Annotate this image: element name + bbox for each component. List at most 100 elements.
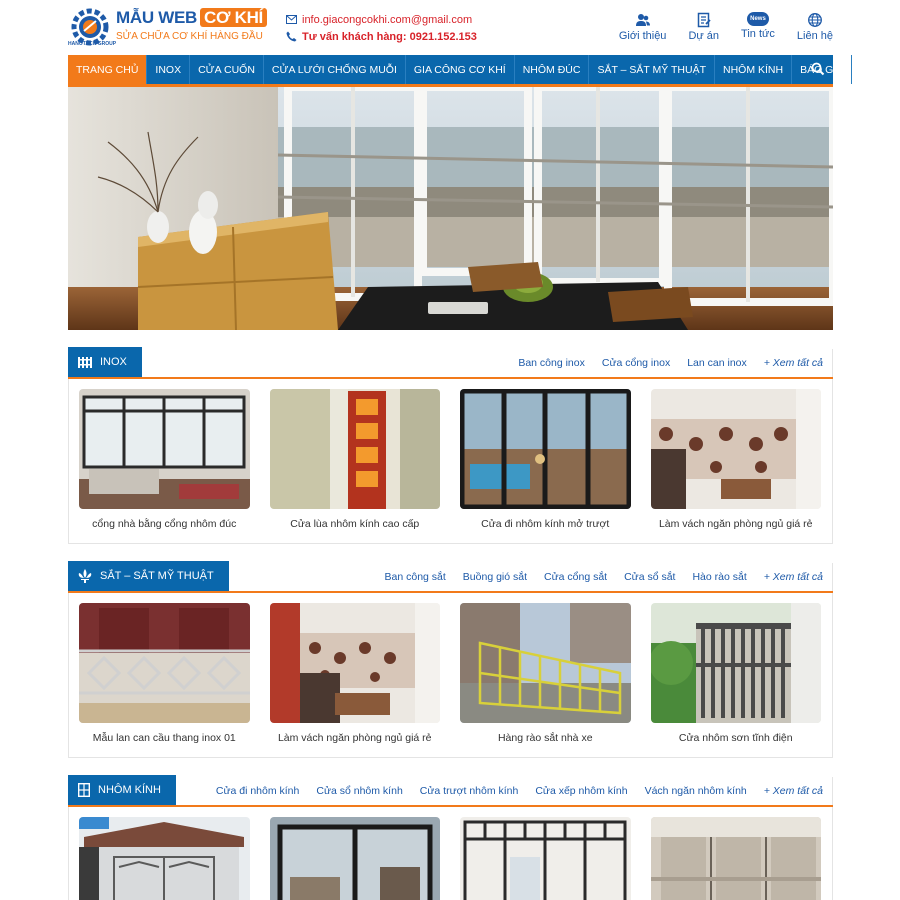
section-link[interactable]: Buồng gió sắt [463,571,527,583]
site-logo[interactable]: MẪU WEB CƠ KHÍ SỬA CHỮA CƠ KHÍ HÀNG ĐẦU H… [68,6,267,48]
section-title: INOX [100,356,127,368]
site-header: MẪU WEB CƠ KHÍ SỬA CHỮA CƠ KHÍ HÀNG ĐẦU H… [68,0,833,55]
product-name: Cửa lùa nhôm kính cao cấp [290,518,420,530]
fleur-de-lis-icon [78,569,92,583]
product-image [269,817,440,900]
product-image [269,389,440,509]
product-name: Mẫu lan can cầu thang inox 01 [92,732,236,744]
product-card[interactable]: cổng nhà bằng cổng nhôm đúc [79,389,250,543]
product-image [79,603,250,723]
nav-item-home[interactable]: TRANG CHỦ [68,55,148,84]
product-image [460,389,631,509]
section-link[interactable]: Vách ngăn nhôm kính [645,785,747,797]
section-link[interactable]: Cửa đi nhôm kính [216,785,300,797]
product-name: Cửa đi nhôm kính mở trượt [481,518,610,530]
product-name: cổng nhà bằng cổng nhôm đúc [92,518,237,530]
product-name: Làm vách ngăn phòng ngủ giá rẻ [277,732,432,744]
product-image [269,603,440,723]
document-icon [697,12,711,28]
section-link[interactable]: Cửa sổ nhôm kính [316,785,402,797]
section-link[interactable]: Hào rào sắt [692,571,746,583]
product-grid: cổng nhà bằng cổng nhôm đúc Cửa lùa nhôm… [69,379,832,543]
view-all-link[interactable]: + Xem tất cả [764,571,823,583]
hero-image [68,87,833,330]
top-link-contact[interactable]: Liên hệ [797,12,833,42]
section-iron-art: SẮT – SẮT MỸ THUẬT Ban công sắt Buồng gi… [68,561,834,758]
product-image [460,603,631,723]
product-image [650,389,821,509]
phone-icon [286,31,300,42]
top-link-label: Liên hệ [796,30,833,42]
section-link[interactable]: Cửa cổng inox [602,357,670,369]
section-header: NHÔM KÍNH Cửa đi nhôm kính Cửa sổ nhôm k… [68,775,833,807]
section-header: SẮT – SẮT MỸ THUẬT Ban công sắt Buồng gi… [68,561,834,593]
product-grid: Mẫu lan can cầu thang inox 01 Làm vách n… [69,593,832,757]
product-image [79,389,250,509]
top-link-projects[interactable]: Dự án [688,12,719,42]
section-links: Ban công sắt Buồng gió sắt Cửa cổng sắt … [368,563,834,591]
users-icon [635,14,650,26]
product-card[interactable]: Cửa lùa nhôm kính cao cấp [269,389,440,543]
product-card[interactable]: Cửa đi nhôm kính mở trượt [460,389,631,543]
contact-email[interactable]: info.giacongcokhi.com@gmail.com [302,14,472,26]
section-title: SẮT – SẮT MỸ THUẬT [100,570,214,582]
section-link[interactable]: Cửa cổng sắt [544,571,607,583]
top-links: Giới thiệu Dự án News Tin tức Liên hệ [597,12,833,42]
section-title-tab[interactable]: INOX [68,347,142,377]
top-link-about[interactable]: Giới thiệu [618,12,667,42]
hero-banner[interactable] [68,87,833,330]
product-card[interactable] [269,817,440,900]
contact-hotline[interactable]: Tư vấn khách hàng: 0921.152.153 [302,31,477,43]
section-link[interactable]: Lan can inox [687,357,747,369]
product-image [650,603,821,723]
product-card[interactable] [650,817,821,900]
top-link-label: Giới thiệu [618,30,667,42]
search-icon[interactable] [811,62,825,76]
nav-item-aluminum-glass[interactable]: NHÔM KÍNH [715,55,793,84]
view-all-link[interactable]: + Xem tất cả [764,785,823,797]
product-grid [69,807,832,900]
nav-item-cast-aluminum[interactable]: NHÔM ĐÚC [515,55,590,84]
product-card[interactable]: Làm vách ngăn phòng ngủ giá rẻ [650,389,821,543]
section-title-tab[interactable]: SẮT – SẮT MỸ THUẬT [68,561,229,591]
news-icon: News [747,12,769,26]
top-link-news[interactable]: News Tin tức [741,12,775,42]
logo-title-box: CƠ KHÍ [200,8,267,27]
section-link[interactable]: Cửa xếp nhôm kính [535,785,627,797]
nav-item-inox[interactable]: INOX [147,55,191,84]
section-title-tab[interactable]: NHÔM KÍNH [68,775,176,805]
view-all-link[interactable]: + Xem tất cả [764,357,823,369]
product-image [79,817,250,900]
section-link[interactable]: Ban công sắt [385,571,446,583]
top-link-label: Tin tức [741,28,775,40]
top-link-label: Dự án [688,30,720,42]
logo-subtitle: SỬA CHỮA CƠ KHÍ HÀNG ĐẦU [116,31,263,42]
section-header: INOX Ban công inox Cửa cổng inox Lan can… [68,347,833,379]
product-card[interactable] [460,817,631,900]
main-nav: TRANG CHỦ INOX CỬA CUỐN CỬA LƯỚI CHỐNG M… [68,55,853,87]
nav-item-machining[interactable]: GIA CÔNG CƠ KHÍ [406,55,515,84]
product-card[interactable]: Cửa nhôm sơn tĩnh điện [650,603,821,757]
section-link[interactable]: Cửa trượt nhôm kính [420,785,519,797]
contact-info: info.giacongcokhi.com@gmail.com Tư vấn k… [286,11,477,45]
product-name: Hàng rào sắt nhà xe [497,732,593,744]
nav-item-mosquito-net[interactable]: CỬA LƯỚI CHỐNG MUỖI [264,55,406,84]
section-inox: INOX Ban công inox Cửa cổng inox Lan can… [68,347,833,544]
globe-icon [808,13,822,27]
nav-item-iron-art[interactable]: SẮT – SẮT MỸ THUẬT [589,55,715,84]
window-icon [78,783,90,797]
section-link[interactable]: Ban công inox [518,357,585,369]
product-card[interactable]: Mẫu lan can cầu thang inox 01 [79,603,250,757]
product-card[interactable]: Làm vách ngăn phòng ngủ giá rẻ [269,603,440,757]
section-link[interactable]: Cửa sổ sắt [624,571,675,583]
fence-icon [78,357,92,368]
section-title: NHÔM KÍNH [98,784,161,796]
mail-icon [286,15,300,24]
section-links: Ban công inox Cửa cổng inox Lan can inox… [501,349,833,377]
logo-title: MẪU WEB [116,8,197,27]
product-card[interactable]: Hàng rào sắt nhà xe [460,603,631,757]
product-card[interactable] [79,817,250,900]
product-image [460,817,631,900]
product-name: Cửa nhôm sơn tĩnh điện [678,732,793,744]
nav-item-roller-door[interactable]: CỬA CUỐN [190,55,264,84]
